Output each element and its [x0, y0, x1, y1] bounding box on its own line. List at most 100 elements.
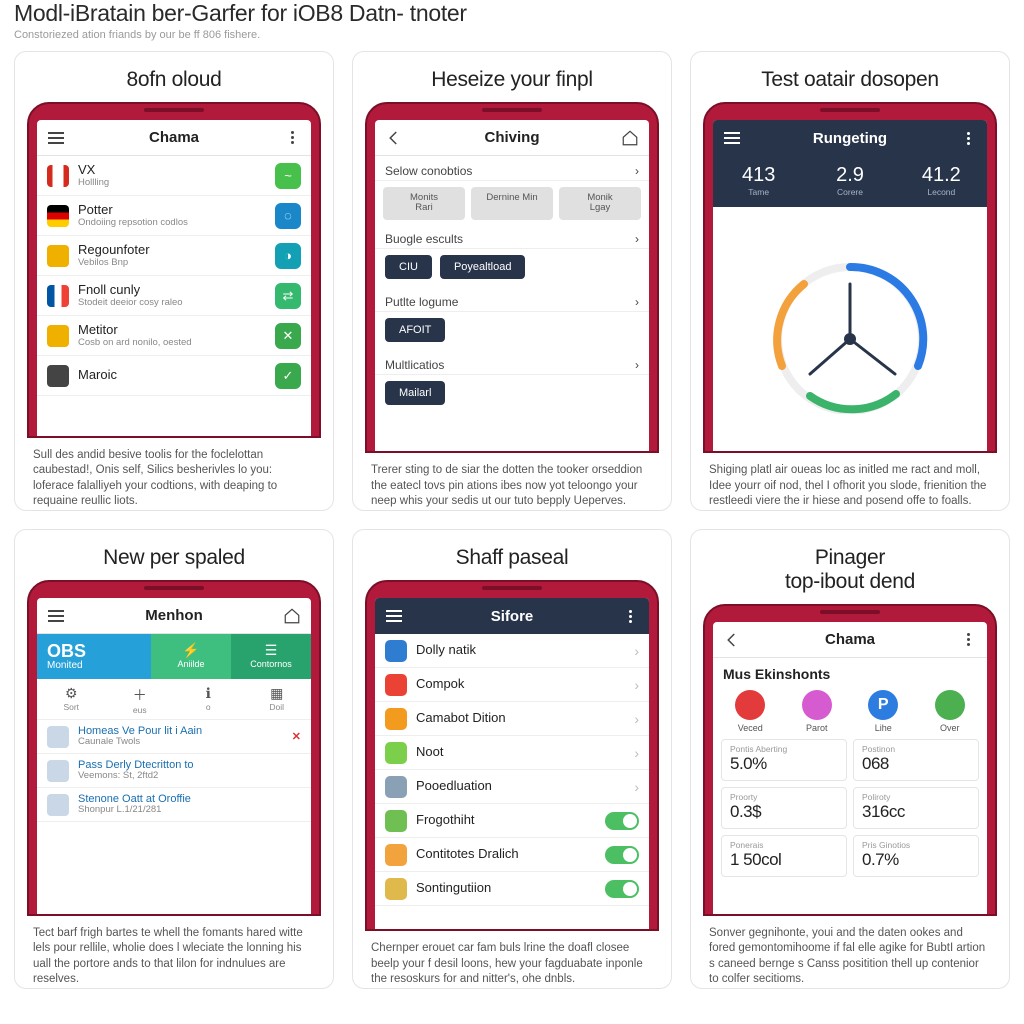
row-label: Compok [416, 677, 628, 692]
settings-row[interactable]: Dolly natik› [375, 634, 649, 668]
grid-button[interactable]: ▦Doil [243, 679, 312, 719]
card-spaled: New per spaled Menhon OBSMonited ⚡Aniild… [14, 529, 334, 989]
card-desc: Chernper erouet car fam buls lrine the d… [365, 931, 659, 988]
card-title: New per spaled [27, 546, 321, 570]
page-subtitle: Constoriezed ation friands by our be ff … [14, 29, 1010, 41]
phone-frame: Sifore Dolly natik› Compok› Camabot Diti… [365, 580, 659, 931]
row-icon [47, 165, 69, 187]
settings-row[interactable]: Camabot Dition› [375, 702, 649, 736]
chevron-right-icon: › [628, 677, 639, 693]
phone-frame: Chama VXHollling ~ PotterOndoiing repsot… [27, 102, 321, 438]
list-item[interactable]: Fnoll cunlyStodeit deeior cosy raleo ⇄ [37, 276, 311, 316]
row-label: RegounfoterVebilos Bnp [78, 243, 275, 269]
app-shortcut[interactable]: Over [924, 690, 976, 733]
list-item[interactable]: Pass Derly Dtecritton toVeemons: St, 2ft… [37, 754, 311, 788]
toggle-switch[interactable] [605, 846, 639, 864]
row-icon [385, 742, 407, 764]
row-icon [385, 708, 407, 730]
menu-icon[interactable] [45, 605, 67, 627]
app-icon [735, 690, 765, 720]
info-button[interactable]: ℹo [174, 679, 243, 719]
sort-button[interactable]: ⚙Sort [37, 679, 106, 719]
tab-obs[interactable]: OBSMonited [37, 634, 151, 679]
toggle-switch[interactable] [605, 880, 639, 898]
row-label: Noot [416, 745, 628, 760]
back-icon[interactable] [383, 127, 405, 149]
settings-row[interactable]: Pooedluation› [375, 770, 649, 804]
list-item[interactable]: Stenone Oatt at OroffieShonpur L.1/21/28… [37, 788, 311, 822]
chip[interactable]: Dernine Min [471, 187, 553, 220]
list-item[interactable]: VXHollling ~ [37, 156, 311, 196]
card-title: Heseize your finpl [365, 68, 659, 92]
tab-aniilde[interactable]: ⚡Aniilde [151, 634, 231, 679]
list-item[interactable]: PotterOndoiing repsotion codlos ◌ [37, 196, 311, 236]
pill-button[interactable]: Poyealtload [440, 255, 526, 279]
menu-icon[interactable] [45, 127, 67, 149]
section-row[interactable]: Buogle escults› [375, 224, 649, 249]
chevron-right-icon: › [628, 779, 639, 795]
close-icon[interactable]: ✕ [292, 730, 301, 743]
toggle-switch[interactable] [605, 812, 639, 830]
tool-bar: ⚙Sort ＋eus ℹo ▦Doil [37, 679, 311, 720]
app-icon: P [868, 690, 898, 720]
more-icon[interactable] [281, 127, 303, 149]
menu-icon[interactable] [383, 605, 405, 627]
stat-tile: Postinon 068 [853, 739, 979, 781]
pill-button[interactable]: Mailarl [385, 381, 445, 405]
card-paseal: Shaff paseal Sifore Dolly natik› Compok›… [352, 529, 672, 989]
status-badge: ◌ [275, 203, 301, 229]
settings-row[interactable]: Sontingutiion [375, 872, 649, 906]
more-icon[interactable] [619, 605, 641, 627]
settings-row[interactable]: Frogothiht [375, 804, 649, 838]
row-icon [47, 285, 69, 307]
row-label: Sontingutiion [416, 881, 605, 896]
tab-contornos[interactable]: ☰Contornos [231, 634, 311, 679]
app-title: Chama [67, 129, 281, 146]
app-shortcut[interactable]: P Lihe [857, 690, 909, 733]
section-row[interactable]: Selow conobtios› [375, 156, 649, 181]
section-row[interactable]: Putlte logume› [375, 287, 649, 312]
chip[interactable]: Monits Rari [383, 187, 465, 220]
settings-row[interactable]: Contitotes Dralich [375, 838, 649, 872]
card-oloud: 8ofn oloud Chama VXHollling ~ PotterOndo… [14, 51, 334, 511]
chip[interactable]: Monik Lgay [559, 187, 641, 220]
app-shortcuts: Veced Parot P Lihe Over [713, 684, 987, 739]
row-icon [47, 365, 69, 387]
stat-value: 1 50col [730, 850, 838, 870]
pill-button[interactable]: CIU [385, 255, 432, 279]
stat-tile: Ponerais 1 50col [721, 835, 847, 877]
card-title: 8ofn oloud [27, 68, 321, 92]
page-title: Modl-iBratain ber-Garfer for iOB8 Datn- … [14, 0, 1010, 27]
stat-tile: Pontis Aberting 5.0% [721, 739, 847, 781]
settings-row[interactable]: Compok› [375, 668, 649, 702]
phone-frame: Menhon OBSMonited ⚡Aniilde ☰Contornos ⚙S… [27, 580, 321, 916]
add-button[interactable]: ＋eus [106, 679, 175, 719]
app-shortcut[interactable]: Veced [724, 690, 776, 733]
stat: 2.9Corere [804, 156, 895, 207]
list-item[interactable]: Homeas Ve Pour lit i AainCaunale Twols ✕ [37, 720, 311, 754]
app-shortcut[interactable]: Parot [791, 690, 843, 733]
chevron-right-icon: › [628, 711, 639, 727]
back-icon[interactable] [721, 629, 743, 651]
card-desc: Shiging platl air oueas loc as initled m… [703, 453, 997, 510]
menu-icon[interactable] [721, 127, 743, 149]
card-desc: Sonver gegnihonte, youi and the daten oo… [703, 916, 997, 988]
home-icon[interactable] [619, 127, 641, 149]
app-label: Veced [724, 723, 776, 733]
card-desc: Sull des andid besive toolis for the foc… [27, 438, 321, 510]
card-pinager: Pinager top-ibout dend Chama Mus Ekinsho… [690, 529, 1010, 989]
chevron-right-icon: › [635, 232, 639, 246]
list-item[interactable]: RegounfoterVebilos Bnp ◑ [37, 236, 311, 276]
pill-button[interactable]: AFOIT [385, 318, 445, 342]
home-icon[interactable] [281, 605, 303, 627]
section-row[interactable]: Multlicatios› [375, 350, 649, 375]
settings-row[interactable]: Noot› [375, 736, 649, 770]
row-icon [47, 760, 69, 782]
list-item[interactable]: MetitorCosb on ard nonilo, oested ✕ [37, 316, 311, 356]
app-title: Chama [743, 631, 957, 648]
list-item[interactable]: Maroic ✓ [37, 356, 311, 396]
row-label: Stenone Oatt at OroffieShonpur L.1/21/28… [78, 793, 301, 817]
app-icon [802, 690, 832, 720]
more-icon[interactable] [957, 127, 979, 149]
more-icon[interactable] [957, 629, 979, 651]
